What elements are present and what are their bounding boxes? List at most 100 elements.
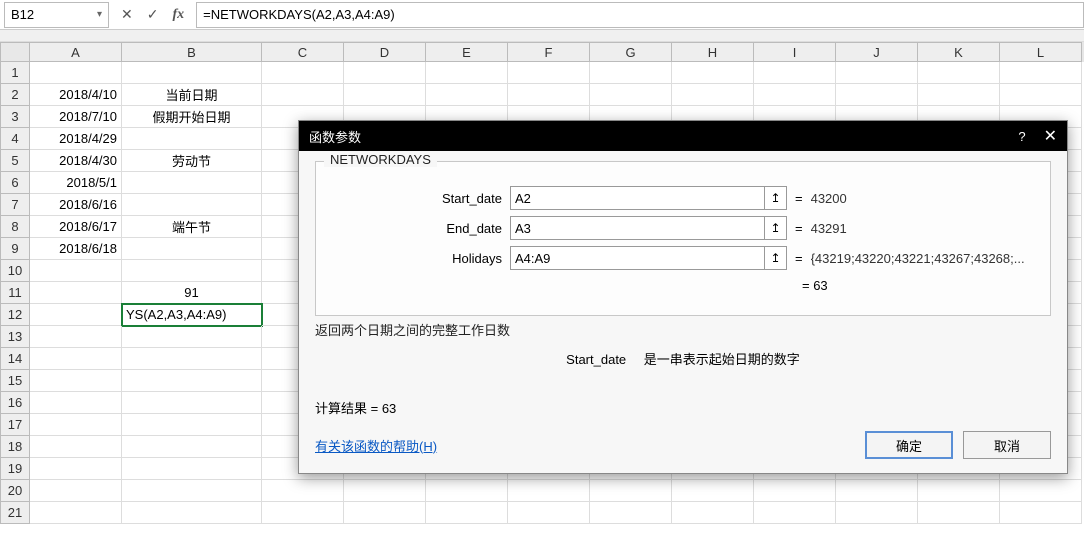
close-icon[interactable]: ✕	[1044, 126, 1057, 146]
cell[interactable]	[672, 480, 754, 502]
row-header[interactable]: 5	[0, 150, 30, 172]
cell[interactable]	[122, 128, 262, 150]
cell[interactable]	[30, 392, 122, 414]
cell[interactable]	[1000, 62, 1082, 84]
cell[interactable]	[1000, 84, 1082, 106]
cell[interactable]	[30, 260, 122, 282]
cell[interactable]	[30, 370, 122, 392]
cell[interactable]	[122, 260, 262, 282]
row-header[interactable]: 14	[0, 348, 30, 370]
cell[interactable]	[30, 304, 122, 326]
accept-icon[interactable]: ✓	[147, 6, 159, 23]
cell[interactable]	[836, 84, 918, 106]
dialog-titlebar[interactable]: 函数参数 ? ✕	[299, 121, 1067, 151]
collapse-icon[interactable]: ↥	[765, 186, 787, 210]
column-header[interactable]: E	[426, 42, 508, 62]
column-header[interactable]: F	[508, 42, 590, 62]
cell[interactable]	[122, 172, 262, 194]
cell[interactable]	[590, 480, 672, 502]
cell[interactable]	[122, 62, 262, 84]
row-header[interactable]: 2	[0, 84, 30, 106]
cell[interactable]	[344, 62, 426, 84]
row-header[interactable]: 13	[0, 326, 30, 348]
cell[interactable]	[30, 282, 122, 304]
cell[interactable]: 劳动节	[122, 150, 262, 172]
ok-button[interactable]: 确定	[865, 431, 953, 459]
cell[interactable]	[426, 62, 508, 84]
row-header[interactable]: 21	[0, 502, 30, 524]
cell[interactable]	[590, 502, 672, 524]
cell[interactable]	[508, 502, 590, 524]
row-header[interactable]: 16	[0, 392, 30, 414]
cell[interactable]: 2018/4/29	[30, 128, 122, 150]
row-header[interactable]: 15	[0, 370, 30, 392]
cell[interactable]	[122, 370, 262, 392]
argument-input[interactable]	[510, 216, 765, 240]
cell[interactable]	[30, 436, 122, 458]
column-header[interactable]: B	[122, 42, 262, 62]
help-icon[interactable]: ?	[1018, 129, 1025, 144]
row-header[interactable]: 1	[0, 62, 30, 84]
column-header[interactable]: L	[1000, 42, 1082, 62]
cell[interactable]	[1000, 480, 1082, 502]
cell[interactable]	[754, 502, 836, 524]
cell[interactable]	[918, 62, 1000, 84]
select-all-corner[interactable]	[0, 42, 30, 62]
cell[interactable]	[344, 480, 426, 502]
cell[interactable]: 当前日期	[122, 84, 262, 106]
cell[interactable]	[122, 480, 262, 502]
row-header[interactable]: 6	[0, 172, 30, 194]
chevron-down-icon[interactable]: ▾	[97, 9, 102, 20]
cell[interactable]	[122, 502, 262, 524]
cell[interactable]	[672, 502, 754, 524]
row-header[interactable]: 18	[0, 436, 30, 458]
collapse-icon[interactable]: ↥	[765, 216, 787, 240]
cell[interactable]	[508, 480, 590, 502]
cell[interactable]	[122, 458, 262, 480]
cell[interactable]	[30, 326, 122, 348]
cell[interactable]	[672, 84, 754, 106]
cell[interactable]	[918, 480, 1000, 502]
name-box[interactable]: B12 ▾	[4, 2, 109, 28]
cell[interactable]	[262, 62, 344, 84]
cell[interactable]: 2018/7/10	[30, 106, 122, 128]
formula-input[interactable]: =NETWORKDAYS(A2,A3,A4:A9)	[196, 2, 1084, 28]
cell[interactable]	[508, 84, 590, 106]
column-header[interactable]: C	[262, 42, 344, 62]
cell[interactable]	[754, 84, 836, 106]
column-header[interactable]: J	[836, 42, 918, 62]
row-header[interactable]: 11	[0, 282, 30, 304]
cell[interactable]	[590, 84, 672, 106]
cell[interactable]	[262, 84, 344, 106]
cell[interactable]: 2018/6/18	[30, 238, 122, 260]
cell[interactable]: 2018/6/17	[30, 216, 122, 238]
cell[interactable]	[30, 348, 122, 370]
cell[interactable]	[754, 480, 836, 502]
cancel-button[interactable]: 取消	[963, 431, 1051, 459]
cell[interactable]	[122, 238, 262, 260]
column-header[interactable]: K	[918, 42, 1000, 62]
cell[interactable]: YS(A2,A3,A4:A9)	[122, 304, 262, 326]
row-header[interactable]: 4	[0, 128, 30, 150]
cell[interactable]	[262, 502, 344, 524]
cell[interactable]	[30, 480, 122, 502]
cell[interactable]	[262, 480, 344, 502]
cell[interactable]	[426, 502, 508, 524]
cell[interactable]: 端午节	[122, 216, 262, 238]
cell[interactable]: 假期开始日期	[122, 106, 262, 128]
cell[interactable]	[918, 84, 1000, 106]
cell[interactable]: 2018/4/10	[30, 84, 122, 106]
cell[interactable]	[918, 502, 1000, 524]
argument-input[interactable]	[510, 186, 765, 210]
column-header[interactable]: A	[30, 42, 122, 62]
cell[interactable]	[426, 480, 508, 502]
cell[interactable]	[590, 62, 672, 84]
fx-icon[interactable]: fx	[172, 7, 184, 23]
column-header[interactable]: I	[754, 42, 836, 62]
help-link[interactable]: 有关该函数的帮助(H)	[315, 436, 437, 455]
cell[interactable]	[30, 414, 122, 436]
row-header[interactable]: 9	[0, 238, 30, 260]
cell[interactable]: 2018/4/30	[30, 150, 122, 172]
column-header[interactable]: D	[344, 42, 426, 62]
cell[interactable]	[836, 62, 918, 84]
